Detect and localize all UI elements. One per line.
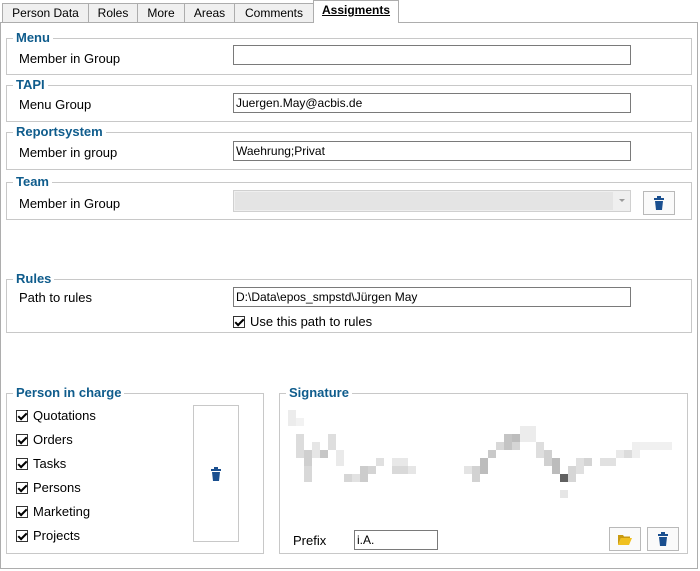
tab-person-data[interactable]: Person Data	[2, 3, 89, 22]
rules-group: Rules Path to rules D:\Data\epos_smpstd\…	[6, 271, 692, 333]
trash-icon	[211, 466, 221, 481]
reportsystem-legend: Reportsystem	[13, 124, 106, 139]
tab-areas[interactable]: Areas	[184, 3, 235, 22]
tab-label: Areas	[193, 6, 226, 20]
reportsystem-member-input[interactable]: Waehrung;Privat	[233, 141, 631, 161]
signature-open-button[interactable]	[609, 527, 641, 551]
rules-legend: Rules	[13, 271, 55, 286]
orders-label: Orders	[33, 432, 73, 447]
menu-member-label: Member in Group	[19, 51, 121, 66]
tab-roles[interactable]: Roles	[88, 3, 138, 22]
team-member-label: Member in Group	[19, 196, 121, 211]
tab-label: Comments	[244, 6, 303, 20]
menu-member-input[interactable]	[233, 45, 631, 65]
person-in-charge-group: Person in charge Quotations Orders Tasks…	[6, 385, 264, 554]
team-delete-button[interactable]	[643, 191, 675, 215]
chevron-down-icon[interactable]	[619, 199, 625, 202]
reportsystem-member-label: Member in group	[19, 145, 118, 160]
rules-use-path-label: Use this path to rules	[250, 314, 373, 329]
tapi-group: TAPI Menu Group Juergen.May@acbis.de	[6, 77, 692, 122]
trash-icon	[658, 532, 668, 546]
assignments-panel: Menu Member in Group TAPI Menu Group Jue…	[0, 22, 698, 569]
rules-path-label: Path to rules	[19, 290, 92, 305]
signature-group: Signature Prefix i.A.	[279, 385, 688, 554]
tapi-legend: TAPI	[13, 77, 48, 92]
team-group: Team Member in Group	[6, 174, 692, 220]
persons-checkbox[interactable]	[16, 482, 28, 494]
person-in-charge-delete-button[interactable]	[193, 405, 239, 542]
orders-checkbox[interactable]	[16, 434, 28, 446]
person-in-charge-legend: Person in charge	[13, 385, 125, 400]
rules-use-path-checkbox[interactable]	[233, 316, 245, 328]
signature-prefix-input[interactable]: i.A.	[354, 530, 438, 550]
marketing-checkbox[interactable]	[16, 506, 28, 518]
team-member-combo-field	[235, 192, 613, 210]
tab-label: Assigments	[321, 3, 391, 17]
trash-icon	[654, 196, 664, 210]
signature-prefix-label: Prefix	[293, 533, 327, 548]
menu-legend: Menu	[13, 30, 53, 45]
menu-group: Menu Member in Group	[6, 30, 692, 75]
quotations-label: Quotations	[33, 408, 96, 423]
tapi-menu-group-input[interactable]: Juergen.May@acbis.de	[233, 93, 631, 113]
team-member-combo[interactable]	[233, 190, 631, 212]
rules-path-input[interactable]: D:\Data\epos_smpstd\Jürgen May	[233, 287, 631, 307]
tab-label: Roles	[97, 6, 129, 20]
reportsystem-group: Reportsystem Member in group Waehrung;Pr…	[6, 124, 692, 170]
projects-checkbox[interactable]	[16, 530, 28, 542]
tab-label: More	[147, 6, 175, 20]
signature-delete-button[interactable]	[647, 527, 679, 551]
tasks-checkbox[interactable]	[16, 458, 28, 470]
persons-label: Persons	[33, 480, 81, 495]
tab-bar: Person Data Roles More Areas Comments As…	[0, 0, 700, 23]
tab-assignments[interactable]: Assigments	[313, 0, 399, 23]
tasks-label: Tasks	[33, 456, 67, 471]
tab-label: Person Data	[12, 6, 79, 20]
projects-label: Projects	[33, 528, 80, 543]
tab-more[interactable]: More	[137, 3, 185, 22]
marketing-label: Marketing	[33, 504, 91, 519]
folder-icon	[618, 534, 632, 545]
tapi-menu-group-label: Menu Group	[19, 97, 92, 112]
tab-comments[interactable]: Comments	[234, 3, 314, 22]
team-legend: Team	[13, 174, 52, 189]
quotations-checkbox[interactable]	[16, 410, 28, 422]
